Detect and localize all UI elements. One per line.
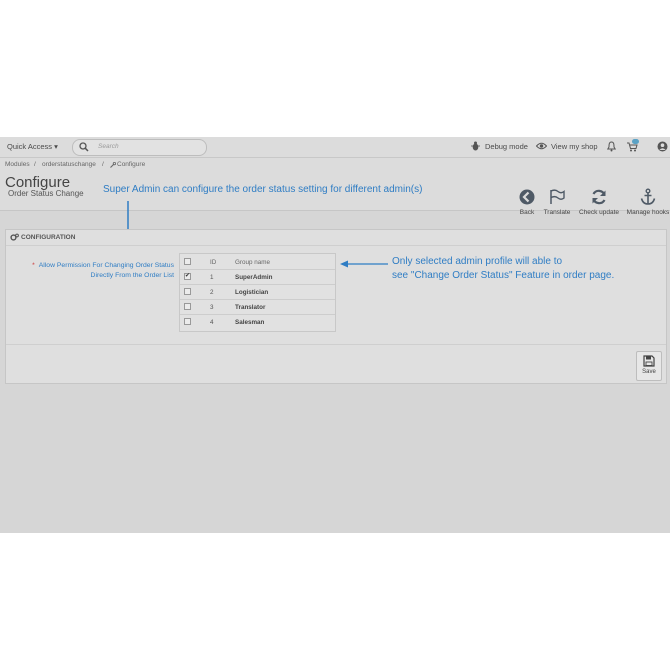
manage-hooks-button[interactable]: Manage hooks <box>626 188 670 226</box>
quick-access-label: Quick Access <box>7 142 53 151</box>
search-input[interactable]: Search <box>72 139 207 156</box>
table-row[interactable]: 3 Translator <box>180 299 335 315</box>
quick-access-menu[interactable]: Quick Access ▾ <box>7 142 58 151</box>
debug-mode-link[interactable]: Debug mode <box>485 142 528 151</box>
row-checkbox[interactable] <box>184 318 191 325</box>
translate-label: Translate <box>543 209 571 216</box>
panel-heading: CONFIGURATION <box>6 230 666 246</box>
page-subtitle: Order Status Change <box>8 189 84 198</box>
row-id: 3 <box>210 304 214 311</box>
view-shop-link[interactable]: View my shop <box>551 142 598 151</box>
eye-icon <box>536 142 547 150</box>
check-update-button[interactable]: Check update <box>577 188 621 226</box>
search-icon <box>79 142 89 152</box>
annotation-top: Super Admin can configure the order stat… <box>103 184 423 195</box>
field-label-line1: Allow Permission For Changing Order Stat… <box>38 262 174 269</box>
refresh-icon <box>592 189 606 205</box>
breadcrumb-item-current: Configure <box>117 161 146 168</box>
save-button[interactable]: Save <box>636 351 662 381</box>
table-row[interactable]: ✔ 1 SuperAdmin <box>180 269 335 285</box>
row-checkbox[interactable] <box>184 303 191 310</box>
table-header-row: ID Group name <box>180 254 335 270</box>
required-mark: * <box>32 262 35 269</box>
page-header: Modules / orderstatuschange / Configure … <box>0 158 670 216</box>
bug-icon <box>471 141 480 151</box>
table-row[interactable]: 2 Logistician <box>180 284 335 300</box>
top-bar: Quick Access ▾ Search Debug mode View my… <box>0 137 670 158</box>
select-all-checkbox[interactable] <box>184 258 191 265</box>
panel-heading-text: CONFIGURATION <box>21 234 76 241</box>
row-checkbox[interactable]: ✔ <box>184 273 191 280</box>
panel-footer: Save <box>6 344 666 384</box>
search-placeholder: Search <box>98 143 119 150</box>
groups-table: ID Group name ✔ 1 SuperAdmin 2 Logistici… <box>179 253 336 332</box>
breadcrumb-separator: / <box>34 161 36 168</box>
row-id: 1 <box>210 274 214 281</box>
annotation-right-line1: Only selected admin profile will able to <box>392 256 563 267</box>
row-id: 4 <box>210 319 214 326</box>
row-id: 2 <box>210 289 214 296</box>
manage-hooks-label: Manage hooks <box>626 209 670 216</box>
field-label-line2: Directly From the Order List <box>90 271 174 279</box>
user-icon[interactable] <box>657 141 668 152</box>
screenshot-area: Quick Access ▾ Search Debug mode View my… <box>0 137 670 533</box>
arrow-left-icon <box>340 260 388 268</box>
gears-icon <box>10 233 19 241</box>
back-label: Back <box>519 209 535 216</box>
translate-button[interactable]: Translate <box>541 188 573 226</box>
table-row[interactable]: 4 Salesman <box>180 314 335 329</box>
save-icon <box>643 355 655 367</box>
column-header-id: ID <box>210 259 217 266</box>
row-group-name: Logistician <box>235 289 269 296</box>
back-button[interactable]: Back <box>513 188 541 226</box>
row-group-name: Salesman <box>235 319 265 326</box>
wrench-icon <box>110 162 116 168</box>
row-checkbox[interactable] <box>184 288 191 295</box>
configuration-panel: CONFIGURATION * Allow Permission For Chan… <box>5 229 667 384</box>
bell-icon[interactable] <box>607 141 616 152</box>
breadcrumb-separator: / <box>102 161 104 168</box>
back-icon <box>519 189 535 205</box>
breadcrumb-item-module[interactable]: orderstatuschange <box>42 161 96 168</box>
caret-down-icon: ▾ <box>54 142 58 151</box>
anchor-icon <box>640 188 656 205</box>
column-header-group-name: Group name <box>235 259 271 266</box>
row-group-name: Translator <box>235 304 266 311</box>
check-update-label: Check update <box>578 209 620 216</box>
save-label: Save <box>642 369 656 375</box>
permission-field-label: * Allow Permission For Changing Order Sta… <box>4 261 174 280</box>
breadcrumb-item-modules[interactable]: Modules <box>5 161 30 168</box>
flag-icon <box>550 189 565 204</box>
annotation-right-line2: see "Change Order Status" Feature in ord… <box>392 270 615 281</box>
row-group-name: SuperAdmin <box>235 274 273 281</box>
cart-badge <box>632 139 639 144</box>
